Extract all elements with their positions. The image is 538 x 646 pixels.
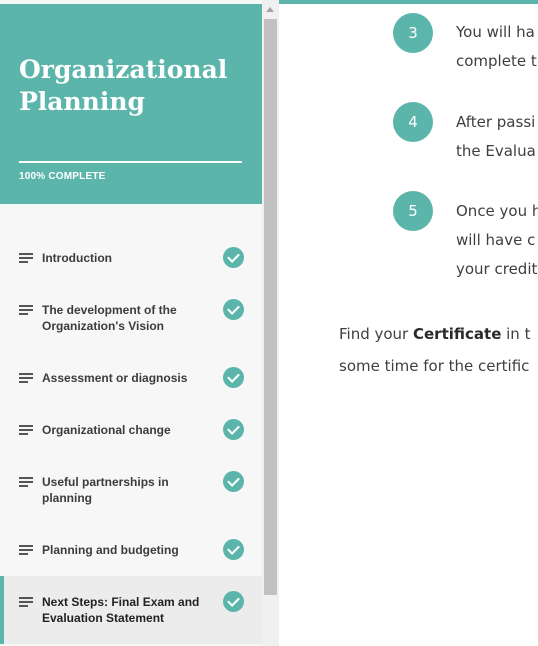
lesson-label: Assessment or diagnosis — [42, 371, 188, 385]
check-circle-icon — [223, 247, 244, 268]
step-text-line: You will ha — [456, 23, 535, 41]
progress-bar — [19, 161, 242, 163]
certificate-link-text: Certificate — [413, 325, 502, 343]
hamburger-list-icon — [19, 477, 33, 487]
sidebar-scrollbar[interactable] — [262, 0, 279, 646]
certificate-paragraph: Find your Certificate in t some time for… — [339, 318, 538, 382]
lesson-label: The development of the Organization's Vi… — [42, 303, 177, 333]
content-top-border — [279, 0, 538, 4]
lesson-item-partnerships[interactable]: Useful partnerships in planning — [0, 460, 262, 518]
check-circle-icon — [223, 539, 244, 560]
lesson-item-organizational-change[interactable]: Organizational change — [0, 408, 262, 452]
check-circle-icon — [223, 591, 244, 612]
check-circle-icon — [223, 419, 244, 440]
step-number-badge: 5 — [393, 191, 433, 231]
lesson-label: Organizational change — [42, 423, 171, 437]
lesson-item-assessment[interactable]: Assessment or diagnosis — [0, 356, 262, 400]
scroll-thumb[interactable] — [264, 19, 277, 595]
hamburger-list-icon — [19, 253, 33, 263]
course-header: Organizational Planning 100% COMPLETE — [0, 4, 262, 204]
course-title: Organizational Planning — [19, 55, 228, 116]
check-circle-icon — [223, 367, 244, 388]
certificate-line-1: Find your Certificate in t — [339, 318, 538, 350]
lesson-item-next-steps[interactable]: Next Steps: Final Exam and Evaluation St… — [0, 576, 262, 644]
lesson-label: Next Steps: Final Exam and Evaluation St… — [42, 595, 200, 625]
progress-fill — [19, 161, 242, 163]
step-text-line: your credit — [456, 260, 538, 278]
lesson-label: Planning and budgeting — [42, 543, 179, 557]
lesson-content: 3 You will ha complete t 4 After passi t… — [279, 0, 538, 646]
lesson-label: Useful partnerships in planning — [42, 475, 169, 505]
scroll-up-arrow-icon[interactable] — [266, 7, 274, 12]
certificate-suffix: in t — [501, 325, 531, 343]
step-text-line: complete t — [456, 52, 537, 70]
certificate-line-2: some time for the certific — [339, 357, 530, 375]
progress-label: 100% COMPLETE — [19, 171, 106, 182]
hamburger-list-icon — [19, 305, 33, 315]
step-text-line: Once you h — [456, 202, 538, 220]
step-text-line: will have c — [456, 231, 536, 249]
lesson-item-organization-vision[interactable]: The development of the Organization's Vi… — [0, 288, 262, 346]
hamburger-list-icon — [19, 373, 33, 383]
check-circle-icon — [223, 299, 244, 320]
step-number-badge: 4 — [393, 102, 433, 142]
course-sidebar: Organizational Planning 100% COMPLETE In… — [0, 0, 262, 646]
hamburger-list-icon — [19, 597, 33, 607]
lesson-label: Introduction — [42, 251, 112, 265]
hamburger-list-icon — [19, 425, 33, 435]
step-text: Once you h will have c your credit — [456, 197, 538, 284]
check-circle-icon — [223, 471, 244, 492]
certificate-prefix: Find your — [339, 325, 413, 343]
step-text-line: the Evalua — [456, 142, 536, 160]
step-text: After passi the Evalua — [456, 108, 538, 166]
lesson-item-introduction[interactable]: Introduction — [0, 236, 262, 280]
step-text: You will ha complete t — [456, 18, 538, 76]
hamburger-list-icon — [19, 545, 33, 555]
lesson-item-planning-budgeting[interactable]: Planning and budgeting — [0, 528, 262, 572]
step-text-line: After passi — [456, 113, 536, 131]
step-number-badge: 3 — [393, 13, 433, 53]
